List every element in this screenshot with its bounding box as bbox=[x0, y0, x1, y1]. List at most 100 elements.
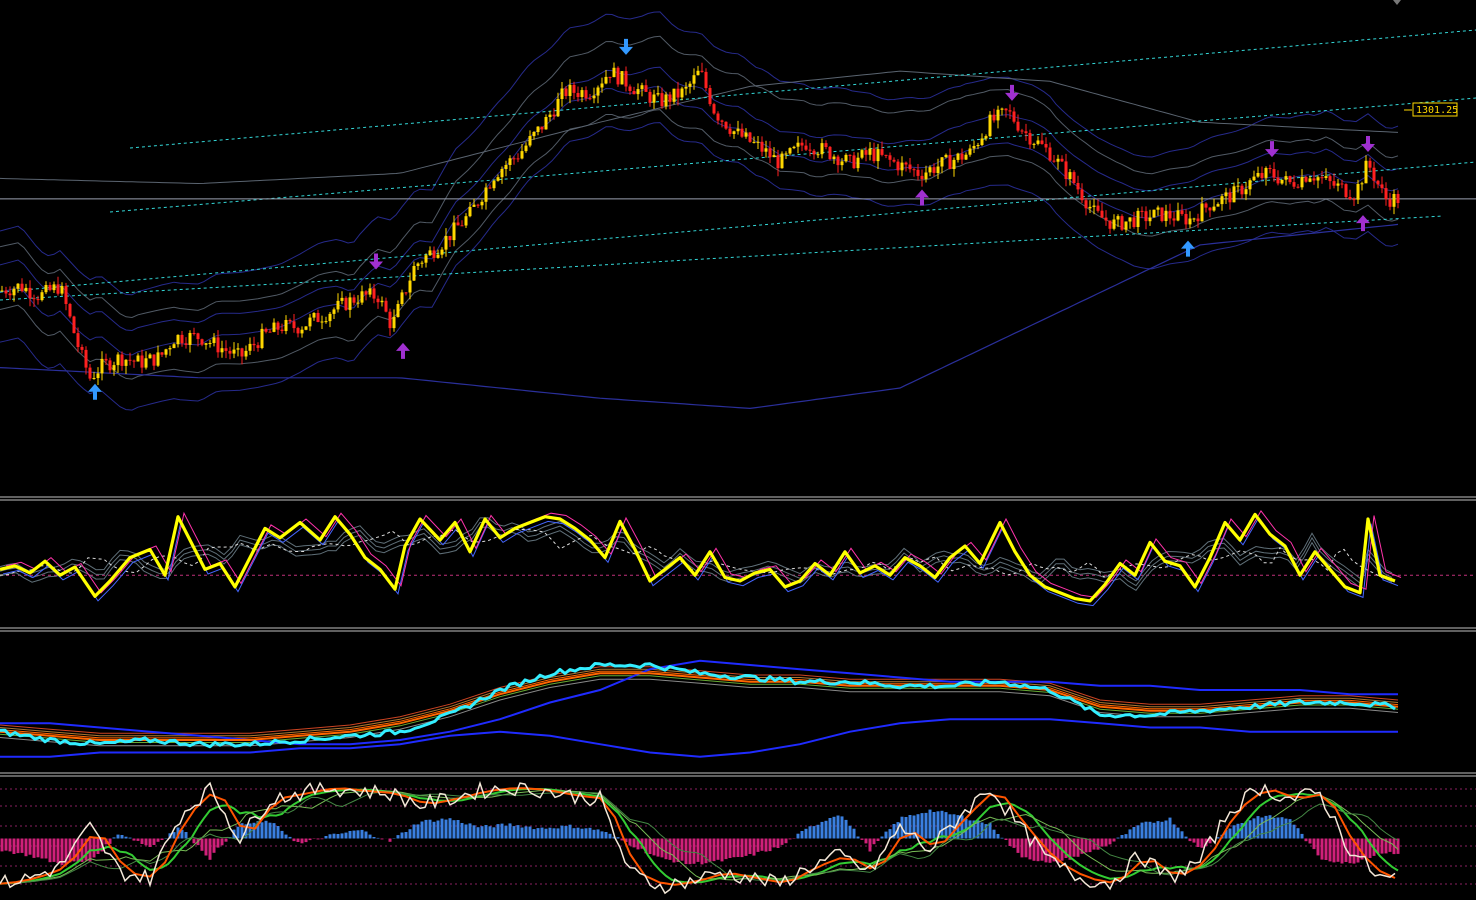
histogram-bar bbox=[660, 838, 664, 858]
candle-body bbox=[1256, 173, 1260, 177]
candle-body bbox=[1020, 130, 1024, 132]
histogram-bar bbox=[632, 838, 636, 848]
histogram-bar bbox=[328, 834, 332, 839]
candle-body bbox=[964, 154, 968, 160]
candle-body bbox=[844, 154, 848, 162]
histogram-bar bbox=[156, 838, 160, 842]
candle-body bbox=[672, 88, 676, 102]
histogram-bar bbox=[8, 838, 12, 852]
candle-body bbox=[540, 126, 544, 130]
candle-body bbox=[564, 88, 568, 96]
candle-body bbox=[428, 250, 432, 256]
candle-body bbox=[1036, 140, 1040, 144]
histogram-bar bbox=[200, 838, 204, 851]
candle-body bbox=[228, 350, 232, 354]
histogram-bar bbox=[1132, 827, 1136, 839]
candle-body bbox=[960, 153, 964, 160]
candle-body bbox=[104, 358, 108, 361]
candle-body bbox=[940, 157, 944, 167]
histogram-bar bbox=[400, 832, 404, 839]
candle-body bbox=[108, 360, 112, 371]
histogram-bar bbox=[1084, 838, 1088, 853]
candle-body bbox=[224, 348, 228, 351]
histogram-bar bbox=[432, 821, 436, 839]
candle-body bbox=[1312, 178, 1316, 181]
histogram-bar bbox=[740, 838, 744, 858]
histogram-bar bbox=[464, 824, 468, 839]
candle-body bbox=[1352, 199, 1356, 201]
candle-body bbox=[48, 285, 52, 291]
histogram-bar bbox=[1164, 820, 1168, 839]
candle-body bbox=[280, 329, 284, 331]
candle-body bbox=[784, 153, 788, 155]
histogram-bar bbox=[1260, 817, 1264, 839]
candle-body bbox=[668, 94, 672, 102]
histogram-bar bbox=[28, 838, 32, 855]
histogram-bar bbox=[1200, 838, 1204, 848]
candle-body bbox=[1172, 218, 1176, 221]
candle-body bbox=[892, 159, 896, 162]
candle-body bbox=[684, 86, 688, 89]
histogram-bar bbox=[756, 838, 760, 852]
histogram-bar bbox=[1264, 815, 1268, 839]
candle-body bbox=[1136, 210, 1140, 227]
candle-body bbox=[1168, 210, 1172, 219]
candle-body bbox=[696, 70, 700, 76]
candle-body bbox=[88, 367, 92, 379]
histogram-bar bbox=[260, 822, 264, 839]
candle-body bbox=[460, 225, 464, 227]
candle-body bbox=[1328, 176, 1332, 182]
candle-body bbox=[264, 328, 268, 332]
candle-body bbox=[376, 298, 380, 303]
candle-body bbox=[20, 283, 24, 292]
candle-body bbox=[184, 343, 188, 345]
histogram-bar bbox=[628, 838, 632, 846]
histogram-bar bbox=[32, 838, 36, 858]
histogram-bar bbox=[0, 838, 4, 852]
candle-body bbox=[864, 150, 868, 155]
candle-body bbox=[140, 355, 144, 368]
histogram-bar bbox=[48, 838, 52, 863]
candle-body bbox=[372, 288, 376, 299]
candle-body bbox=[204, 343, 208, 345]
histogram-bar bbox=[236, 826, 240, 839]
chart-background bbox=[0, 0, 1476, 900]
candle-body bbox=[1068, 172, 1072, 179]
candle-body bbox=[1176, 210, 1180, 221]
candle-body bbox=[1388, 199, 1392, 207]
histogram-bar bbox=[536, 828, 540, 839]
candle-body bbox=[768, 148, 772, 158]
histogram-bar bbox=[1272, 817, 1276, 839]
histogram-bar bbox=[412, 824, 416, 839]
histogram-bar bbox=[928, 809, 932, 839]
histogram-bar bbox=[420, 821, 424, 839]
histogram-bar bbox=[1348, 838, 1352, 864]
histogram-bar bbox=[1304, 838, 1308, 842]
candle-body bbox=[484, 187, 488, 202]
histogram-bar bbox=[1328, 838, 1332, 862]
candle-body bbox=[252, 343, 256, 346]
candle-body bbox=[1008, 110, 1012, 112]
candle-body bbox=[752, 141, 756, 143]
candle-body bbox=[44, 285, 48, 293]
candle-body bbox=[716, 113, 720, 121]
histogram-bar bbox=[340, 833, 344, 839]
candle-body bbox=[680, 88, 684, 98]
histogram-bar bbox=[816, 824, 820, 839]
candle-body bbox=[720, 120, 724, 122]
candle-body bbox=[520, 151, 524, 159]
candle-body bbox=[568, 84, 572, 96]
candle-body bbox=[1360, 183, 1364, 185]
candle-body bbox=[848, 154, 852, 156]
candle-body bbox=[1016, 121, 1020, 131]
histogram-bar bbox=[540, 827, 544, 839]
candle-body bbox=[220, 348, 224, 353]
candle-body bbox=[1116, 216, 1120, 220]
candle-body bbox=[840, 161, 844, 166]
histogram-bar bbox=[720, 838, 724, 862]
candle-body bbox=[772, 155, 776, 158]
histogram-bar bbox=[184, 832, 188, 839]
histogram-bar bbox=[512, 826, 516, 839]
candle-body bbox=[976, 145, 980, 147]
histogram-bar bbox=[1308, 838, 1312, 844]
